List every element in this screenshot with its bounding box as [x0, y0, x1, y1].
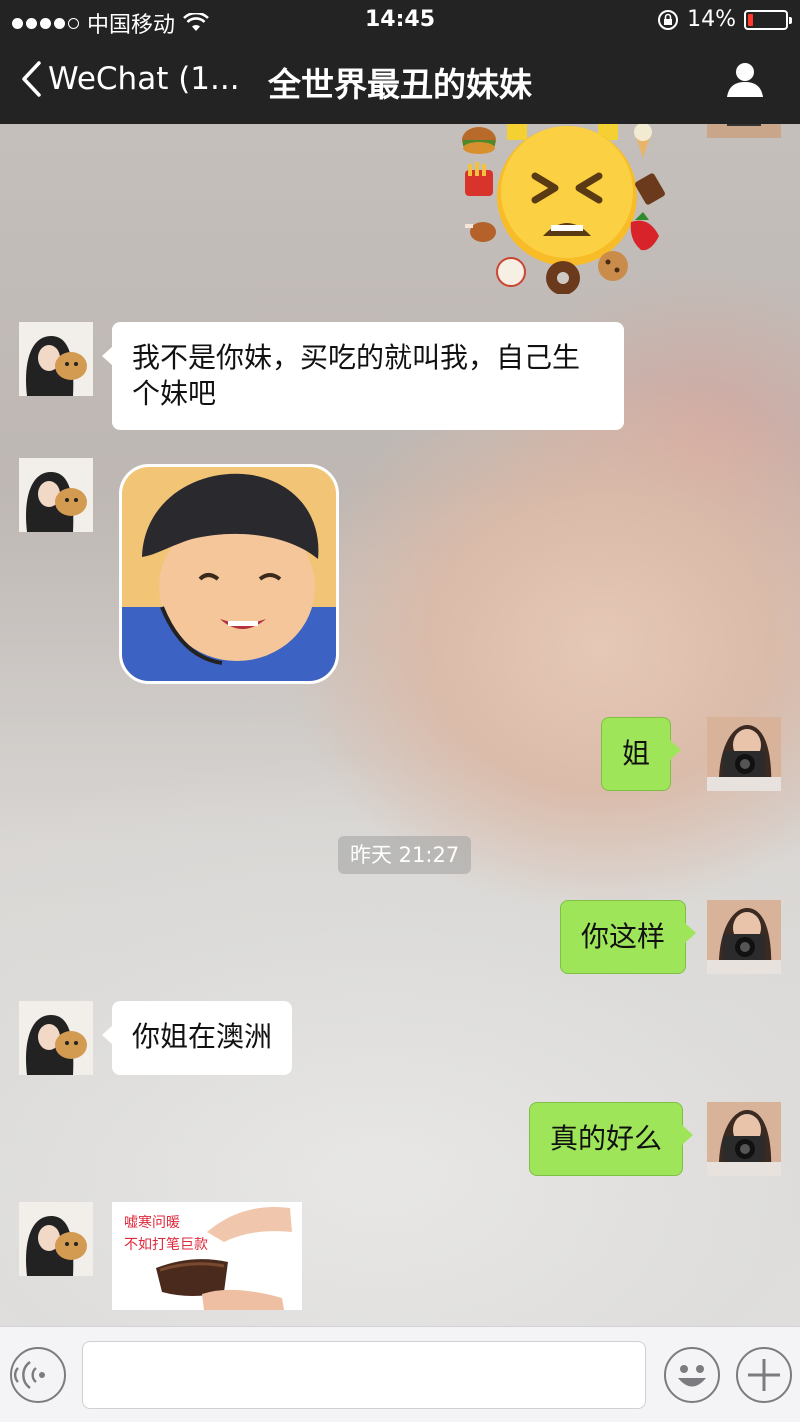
contact-avatar[interactable]	[19, 458, 93, 532]
rotation-lock-icon	[658, 9, 679, 30]
message-input[interactable]	[82, 1341, 646, 1409]
chat-title: 全世界最丑的妹妹	[268, 65, 532, 104]
my-avatar[interactable]	[707, 124, 781, 138]
message-bubble[interactable]: 真的好么	[529, 1102, 694, 1176]
emoji-icon	[678, 1365, 706, 1387]
sticker-caption: 不如打笔巨款	[124, 1237, 208, 1253]
battery-percent: 14%	[687, 7, 736, 32]
my-avatar[interactable]	[707, 717, 781, 791]
contact-avatar[interactable]	[19, 1001, 93, 1075]
wallet-hands-sticker[interactable]: 嘘寒问暖 不如打笔巨款	[112, 1202, 302, 1310]
contact-avatar[interactable]	[19, 1202, 93, 1276]
chat-info-button[interactable]	[726, 62, 764, 102]
voice-button[interactable]	[10, 1347, 66, 1403]
message-bubble[interactable]: 你这样	[560, 900, 697, 974]
sticker-caption: 嘘寒问暖	[124, 1215, 180, 1231]
chat-area[interactable]: 我不是你妹，买吃的就叫我，自己生个妹吧 姐 昨天 21:27 你这样 你姐在澳洲…	[0, 124, 800, 1326]
timestamp: 昨天 21:27	[338, 836, 472, 874]
smiling-child-photo-sticker[interactable]	[119, 464, 339, 684]
message-bubble[interactable]: 我不是你妹，买吃的就叫我，自己生个妹吧	[102, 322, 624, 430]
my-avatar[interactable]	[707, 900, 781, 974]
message-bubble[interactable]: 你姐在澳洲	[101, 1001, 293, 1075]
voice-icon	[13, 1361, 45, 1389]
emoji-button[interactable]	[664, 1347, 720, 1403]
message-bubble[interactable]: 姐	[601, 717, 682, 791]
chevron-left-icon	[22, 61, 41, 97]
input-bar	[0, 1326, 800, 1422]
nav-bar: WeChat (1... 全世界最丑的妹妹	[0, 40, 800, 124]
tired-face-food-emoji-sticker[interactable]	[455, 124, 670, 295]
contact-avatar[interactable]	[19, 322, 93, 396]
status-bar: 中国移动 14:45 14%	[0, 0, 800, 40]
plus-button[interactable]	[736, 1347, 792, 1403]
plus-icon	[748, 1359, 780, 1391]
battery-icon	[744, 9, 792, 30]
person-icon	[727, 63, 763, 97]
my-avatar[interactable]	[707, 1102, 781, 1176]
